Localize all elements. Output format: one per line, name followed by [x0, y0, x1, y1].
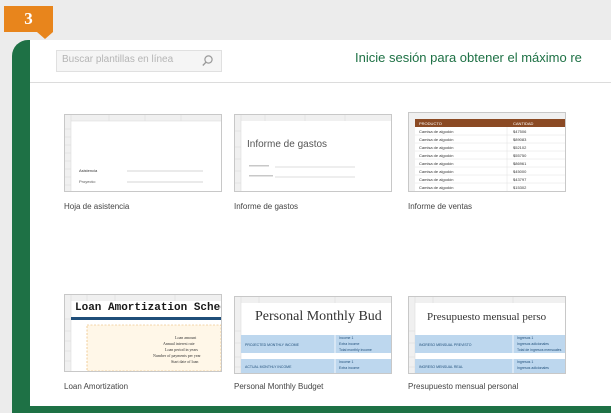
thumb-cell: Extra income	[339, 366, 360, 370]
thumb-cell: Total de ingresos mensuales	[517, 348, 562, 352]
thumb-row-label: INGRESO MENSUAL REAL	[419, 365, 464, 369]
template-caption[interactable]: Informe de ventas	[408, 202, 472, 211]
signin-link[interactable]: Inicie sesión para obtener el máximo re	[355, 50, 582, 65]
thumb-row-label: ACTUAL MONTHLY INCOME	[245, 365, 292, 369]
template-caption[interactable]: Presupuesto mensual personal	[408, 382, 518, 391]
thumb-label: Asistencia	[79, 168, 98, 173]
thumb-line: Loan period in years	[165, 347, 198, 352]
table-cell: $43797	[513, 177, 527, 182]
table-cell: Camisa de algodón	[419, 177, 454, 182]
table-cell: $52102	[513, 145, 527, 150]
thumb-row-label: INGRESO MENSUAL PREVISTO	[419, 343, 472, 347]
table-cell: $89083	[513, 137, 527, 142]
thumb-cell: Ingresos 1	[517, 360, 534, 364]
template-thumbnail[interactable]: Asistencia Proyecto:	[64, 114, 222, 192]
table-cell: $86961	[513, 161, 527, 166]
thumb-line: Annual interest rate	[163, 341, 195, 346]
thumb-cell: Income 1	[339, 360, 354, 364]
thumb-cell: Ingresos 1	[517, 336, 534, 340]
thumb-line: Loan amount	[175, 335, 197, 340]
thumb-title: Loan Amortization Sched	[75, 302, 222, 314]
template-caption[interactable]: Hoja de asistencia	[64, 202, 129, 211]
template-caption[interactable]: Personal Monthly Budget	[234, 382, 323, 391]
table-cell: $47506	[513, 129, 527, 134]
column-header: PRODUCTO	[419, 121, 442, 126]
step-badge: 3	[4, 6, 53, 39]
template-thumbnail[interactable]: Personal Monthly Bud PROJECTED MONTHLY I…	[234, 296, 392, 374]
thumb-cell: Extra income	[339, 342, 360, 346]
thumb-line: Number of payments per year	[153, 353, 201, 358]
template-caption[interactable]: Loan Amortization	[64, 382, 128, 391]
template-thumbnail[interactable]: Presupuesto mensual perso INGRESO MENSUA…	[408, 296, 566, 374]
thumb-title: Informe de gastos	[247, 139, 328, 150]
sheet-grid	[235, 115, 391, 191]
search-icon[interactable]	[201, 54, 214, 67]
thumb-label: Proyecto:	[79, 179, 96, 184]
table-cell: $45000	[513, 169, 527, 174]
table-cell: $15302	[513, 185, 527, 190]
sheet-grid	[409, 297, 565, 373]
thumb-cell: Ingresos adicionales	[517, 342, 549, 346]
table-cell: Camisa de algodón	[419, 145, 454, 150]
table-cell: Camisa de algodón	[419, 169, 454, 174]
table-cell: Camisa de algodón	[419, 129, 454, 134]
thumb-title: Presupuesto mensual perso	[427, 311, 547, 323]
search-placeholder: Buscar plantillas en línea	[62, 54, 174, 65]
template-caption[interactable]: Informe de gastos	[234, 202, 298, 211]
template-thumbnail[interactable]: Loan Amortization Sched Loan amount Annu…	[64, 294, 222, 372]
table-cell: Camisa de algodón	[419, 161, 454, 166]
thumb-cell: Total monthly income	[339, 348, 372, 352]
thumb-title: Personal Monthly Bud	[255, 309, 382, 324]
column-header: CANTIDAD	[513, 121, 534, 126]
template-thumbnail[interactable]: Informe de gastos	[234, 114, 392, 192]
search-input[interactable]: Buscar plantillas en línea	[56, 50, 222, 72]
top-bar: Buscar plantillas en línea Inicie sesión…	[30, 40, 611, 83]
table-cell: Camisa de algodón	[419, 185, 454, 190]
table-cell: Camisa de algodón	[419, 153, 454, 158]
thumb-cell: Income 1	[339, 336, 354, 340]
thumb-line: Start date of loan	[171, 359, 199, 364]
thumb-row-label: PROJECTED MONTHLY INCOME	[245, 343, 299, 347]
new-workbook-window: Buscar plantillas en línea Inicie sesión…	[30, 40, 611, 406]
template-thumbnail[interactable]: PRODUCTO CANTIDAD Camisa de algodón $475…	[408, 112, 566, 192]
table-cell: $55750	[513, 153, 527, 158]
thumb-cell: Ingresos adicionales	[517, 366, 549, 370]
table-cell: Camisa de algodón	[419, 137, 454, 142]
